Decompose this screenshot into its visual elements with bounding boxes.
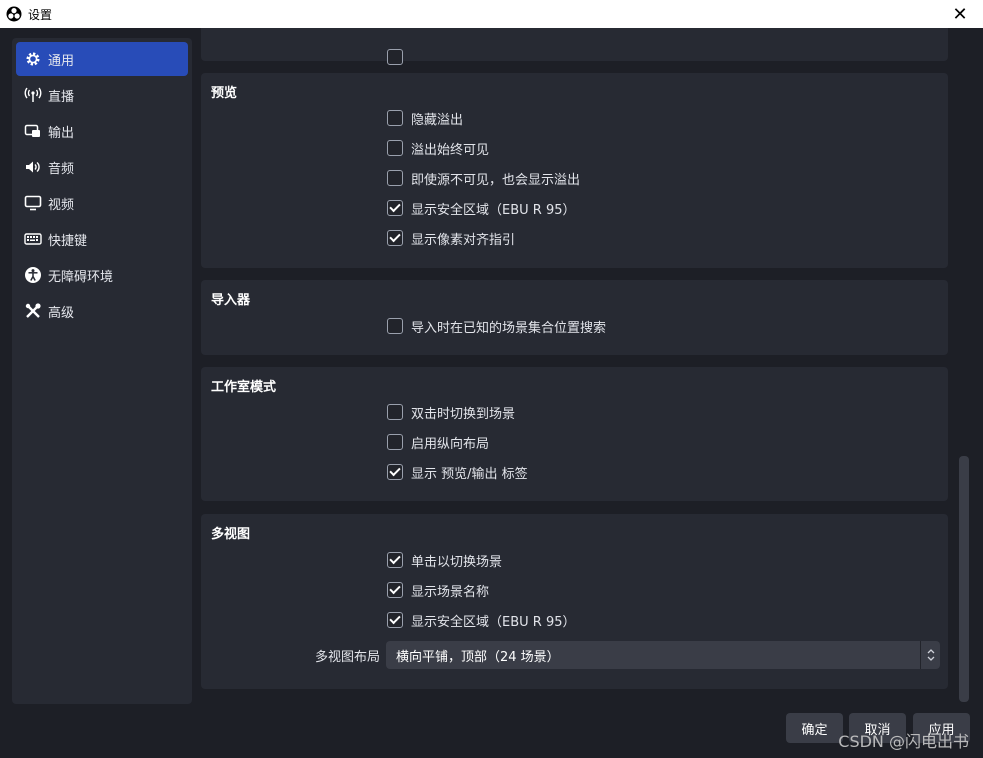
close-icon: ✕ <box>952 3 968 25</box>
option-label: 启用纵向布局 <box>411 436 490 452</box>
option-label: 隐藏溢出 <box>411 112 464 128</box>
wrench-icon <box>24 302 42 320</box>
previous-group <box>201 28 948 65</box>
settings-content: 预览 隐藏溢出 溢出始终可见 即使源不可见，也会显示溢出 显示安全区域（EBU … <box>200 28 956 704</box>
ok-button[interactable]: 确定 <box>786 713 843 743</box>
checkbox[interactable] <box>387 140 403 156</box>
sidebar-item-label: 直播 <box>48 89 75 105</box>
double-click-switch-option[interactable]: 双击时切换到场景 <box>387 401 515 423</box>
hide-overflow-option[interactable]: 隐藏溢出 <box>387 107 463 129</box>
window-title: 设置 <box>28 7 53 22</box>
preview-group: 预览 隐藏溢出 溢出始终可见 即使源不可见，也会显示溢出 显示安全区域（EBU … <box>201 73 948 268</box>
checkbox[interactable] <box>387 318 403 334</box>
sidebar-item-stream[interactable]: 直播 <box>16 78 188 112</box>
sidebar-item-accessibility[interactable]: 无障碍环境 <box>16 258 188 292</box>
checkbox[interactable] <box>387 170 403 186</box>
option-label: 双击时切换到场景 <box>411 406 516 422</box>
sidebar-item-label: 无障碍环境 <box>48 269 114 285</box>
show-preview-program-labels-option[interactable]: 显示 预览/输出 标签 <box>387 461 528 483</box>
show-scene-names-option[interactable]: 显示场景名称 <box>387 579 489 601</box>
close-button[interactable]: ✕ <box>937 0 983 28</box>
multiview-layout-value: 横向平铺，顶部（24 场景） <box>396 649 560 665</box>
gear-icon <box>24 50 42 68</box>
sidebar-item-hotkeys[interactable]: 快捷键 <box>16 222 188 256</box>
option-label: 显示场景名称 <box>411 584 490 600</box>
broadcast-icon <box>24 86 42 104</box>
obs-logo-icon <box>6 6 22 22</box>
sidebar: 通用 直播 输出 音频 视频 快捷键 无障碍环境 高级 <box>12 38 192 704</box>
checkbox-checked[interactable] <box>387 582 403 598</box>
sidebar-item-output[interactable]: 输出 <box>16 114 188 148</box>
sidebar-item-label: 视频 <box>48 197 75 213</box>
show-safe-areas-option[interactable]: 显示安全区域（EBU R 95） <box>387 197 576 219</box>
sidebar-item-label: 高级 <box>48 305 75 321</box>
studio-mode-group-title: 工作室模式 <box>211 380 277 395</box>
keyboard-icon <box>24 230 42 248</box>
output-icon <box>24 122 42 140</box>
sidebar-item-video[interactable]: 视频 <box>16 186 188 220</box>
click-to-switch-scenes-option[interactable]: 单击以切换场景 <box>387 549 502 571</box>
multiview-layout-select[interactable]: 横向平铺，顶部（24 场景） <box>386 641 940 669</box>
option-label: 即使源不可见，也会显示溢出 <box>411 172 581 188</box>
sidebar-item-advanced[interactable]: 高级 <box>16 294 188 328</box>
option-label: 溢出始终可见 <box>411 142 490 158</box>
overflow-selection-hidden-option[interactable]: 即使源不可见，也会显示溢出 <box>387 167 580 189</box>
checkbox[interactable] <box>387 434 403 450</box>
importer-search-option[interactable]: 导入时在已知的场景集合位置搜索 <box>387 315 606 337</box>
importer-group: 导入器 导入时在已知的场景集合位置搜索 <box>201 280 948 355</box>
option-label: 显示安全区域（EBU R 95） <box>411 202 576 218</box>
multiview-group-title: 多视图 <box>211 527 251 542</box>
overflow-always-visible-option[interactable]: 溢出始终可见 <box>387 137 489 159</box>
option-label: 显示 预览/输出 标签 <box>411 466 528 482</box>
option-label: 单击以切换场景 <box>411 554 503 570</box>
option-label: 显示像素对齐指引 <box>411 232 516 248</box>
multiview-group: 多视图 单击以切换场景 显示场景名称 显示安全区域（EBU R 95） 多视图布… <box>201 514 948 689</box>
accessibility-icon <box>24 266 42 284</box>
monitor-icon <box>24 194 42 212</box>
checkbox-checked[interactable] <box>387 230 403 246</box>
sidebar-item-general[interactable]: 通用 <box>16 42 188 76</box>
sidebar-item-label: 音频 <box>48 161 75 177</box>
checkbox-checked[interactable] <box>387 552 403 568</box>
option-label: 显示安全区域（EBU R 95） <box>411 614 576 630</box>
checkbox[interactable] <box>387 110 403 126</box>
checkbox-checked[interactable] <box>387 464 403 480</box>
checkbox[interactable] <box>387 404 403 420</box>
sidebar-item-label: 快捷键 <box>48 233 88 249</box>
studio-mode-group: 工作室模式 双击时切换到场景 启用纵向布局 显示 预览/输出 标签 <box>201 367 948 501</box>
title-bar: 设置 ✕ <box>0 0 983 28</box>
preview-group-title: 预览 <box>211 86 238 101</box>
option-label: 导入时在已知的场景集合位置搜索 <box>411 320 607 336</box>
importer-group-title: 导入器 <box>211 293 251 308</box>
sidebar-item-label: 通用 <box>48 53 75 69</box>
sidebar-item-audio[interactable]: 音频 <box>16 150 188 184</box>
portrait-layout-option[interactable]: 启用纵向布局 <box>387 431 489 453</box>
checkbox-checked[interactable] <box>387 612 403 628</box>
scrollbar-thumb[interactable] <box>959 456 969 702</box>
sidebar-item-label: 输出 <box>48 125 75 141</box>
checkbox[interactable] <box>387 49 403 65</box>
multiview-safe-areas-option[interactable]: 显示安全区域（EBU R 95） <box>387 609 576 631</box>
chevron-up-down-icon <box>920 641 940 669</box>
pixel-snap-guides-option[interactable]: 显示像素对齐指引 <box>387 227 515 249</box>
multiview-layout-label: 多视图布局 <box>315 650 381 665</box>
checkbox-checked[interactable] <box>387 200 403 216</box>
speaker-icon <box>24 158 42 176</box>
watermark: CSDN @闪电出书 <box>838 732 969 751</box>
